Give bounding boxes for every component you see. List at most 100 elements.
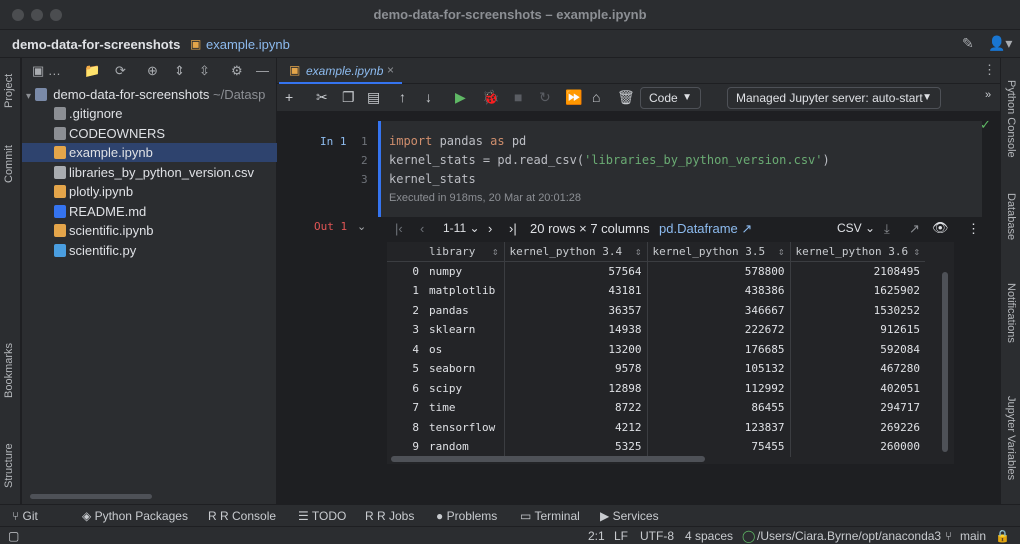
indent-setting[interactable]: 4 spaces <box>685 529 733 543</box>
table-row[interactable]: 5 seaborn 9578 105132 467280 <box>387 359 925 379</box>
first-page-icon[interactable]: |‹ <box>395 221 403 236</box>
dataframe-type-link[interactable]: pd.Dataframe ↗ <box>659 221 752 237</box>
expand-icon[interactable]: » <box>985 89 991 101</box>
bottom-tool-git[interactable]: ⑂ Git <box>12 509 38 523</box>
file-item[interactable]: example.ipynb <box>22 143 277 162</box>
code-line-1[interactable]: import pandas as pd <box>389 134 526 148</box>
collapse-all-icon[interactable]: ⇳ <box>199 63 210 79</box>
edit-icon[interactable]: ✎ <box>962 35 974 52</box>
git-branch[interactable]: main <box>960 529 986 543</box>
horizontal-scrollbar[interactable] <box>391 456 705 462</box>
close-icon[interactable]: × <box>387 63 394 77</box>
file-encoding[interactable]: UTF-8 <box>640 529 674 543</box>
window-title: demo-data-for-screenshots – example.ipyn… <box>373 7 647 22</box>
copy-icon[interactable]: ❐ <box>342 89 355 106</box>
file-item[interactable]: CODEOWNERS <box>22 124 277 143</box>
cell-type-select[interactable]: Code ▼ <box>640 87 701 109</box>
breadcrumb-file[interactable]: example.ipynb <box>206 37 290 52</box>
file-name: scientific.py <box>69 242 137 258</box>
next-page-icon[interactable]: › <box>488 221 492 236</box>
more-options-icon[interactable]: ⋮ <box>983 62 996 78</box>
hide-icon[interactable]: — <box>256 63 269 78</box>
bottom-tool-r-jobs[interactable]: R R Jobs <box>365 509 414 523</box>
table-row[interactable]: 0 numpy 57564 578800 2108495 <box>387 261 925 281</box>
run-all-icon[interactable]: ⏩ <box>565 89 582 106</box>
jupyter-server-select[interactable]: Managed Jupyter server: auto-start ▼ <box>727 87 941 109</box>
bottom-tool-terminal[interactable]: ▭ Terminal <box>520 509 580 523</box>
file-item[interactable]: scientific.py <box>22 241 277 260</box>
bookmarks-tool-tab[interactable]: Bookmarks <box>3 343 15 398</box>
stop-icon[interactable]: ■ <box>514 89 522 105</box>
clean-icon[interactable]: ⌂ <box>592 89 600 105</box>
table-row[interactable]: 6 scipy 12898 112992 402051 <box>387 378 925 398</box>
restart-icon[interactable]: ↻ <box>539 89 551 106</box>
refresh-icon[interactable]: ⟳ <box>115 63 126 79</box>
code-line-3[interactable]: kernel_stats <box>389 172 476 186</box>
file-item[interactable]: plotly.ipynb <box>22 182 277 201</box>
project-tool-tab[interactable]: Project <box>3 74 15 108</box>
lock-icon[interactable]: 🔒 <box>995 529 1010 543</box>
paste-icon[interactable]: ▤ <box>367 89 380 106</box>
layout-icon[interactable]: ▢ <box>8 529 19 543</box>
move-down-icon[interactable]: ↓ <box>425 89 432 105</box>
table-row[interactable]: 7 time 8722 86455 294717 <box>387 398 925 418</box>
python-console-tool-tab[interactable]: Python Console <box>1005 80 1017 158</box>
python-interpreter[interactable]: /Users/Ciara.Byrne/opt/anaconda3 <box>757 529 941 543</box>
open-external-icon[interactable]: ↗ <box>909 221 920 237</box>
column-header[interactable]: kernel_python 3.6 ⇕ <box>790 242 925 262</box>
bottom-tool-todo[interactable]: ☰ TODO <box>298 509 346 523</box>
locate-icon[interactable]: ⊕ <box>147 63 158 79</box>
more-options-icon[interactable]: ⋮ <box>967 221 980 237</box>
bottom-tool-services[interactable]: ▶ Services <box>600 509 659 523</box>
bottom-tool-python-packages[interactable]: ◈ Python Packages <box>82 509 188 523</box>
prev-page-icon[interactable]: ‹ <box>420 221 424 236</box>
database-tool-tab[interactable]: Database <box>1005 193 1017 240</box>
chevron-down-icon[interactable]: ⌄ <box>357 220 366 233</box>
code-cell[interactable]: import pandas as pd kernel_stats = pd.re… <box>378 121 982 217</box>
code-line-2[interactable]: kernel_stats = pd.read_csv('libraries_by… <box>389 153 830 167</box>
bottom-tool-problems[interactable]: ● Problems <box>436 509 497 523</box>
project-view-icon[interactable]: ▣ … <box>32 63 61 79</box>
last-page-icon[interactable]: ›| <box>509 221 517 236</box>
table-row[interactable]: 4 os 13200 176685 592084 <box>387 339 925 359</box>
horizontal-scrollbar[interactable] <box>30 494 152 499</box>
vertical-scrollbar[interactable] <box>942 272 948 452</box>
eye-icon[interactable]: 👁 <box>932 220 949 236</box>
cut-icon[interactable]: ✂ <box>316 89 328 106</box>
table-row[interactable]: 8 tensorflow 4212 123837 269226 <box>387 417 925 437</box>
column-header[interactable]: library ⇕ <box>424 242 505 262</box>
notifications-tool-tab[interactable]: Notifications <box>1005 283 1017 343</box>
bottom-tool-r-console[interactable]: R R Console <box>208 509 276 523</box>
folder-icon[interactable]: 📁 <box>84 63 100 79</box>
structure-tool-tab[interactable]: Structure <box>3 443 15 488</box>
download-icon[interactable]: ⤓ <box>884 221 890 237</box>
commit-tool-tab[interactable]: Commit <box>3 145 15 183</box>
expand-all-icon[interactable]: ⇕ <box>174 63 185 79</box>
table-row[interactable]: 3 sklearn 14938 222672 912615 <box>387 320 925 340</box>
delete-icon[interactable]: 🗑 <box>617 89 635 106</box>
tab-example-ipynb[interactable]: ▣ example.ipynb × <box>279 58 402 84</box>
export-format-select[interactable]: CSV ⌄ <box>837 221 875 235</box>
file-item[interactable]: libraries_by_python_version.csv <box>22 163 277 182</box>
column-header[interactable]: kernel_python 3.4 ⇕ <box>504 242 648 262</box>
file-item[interactable]: scientific.ipynb <box>22 221 277 240</box>
file-item[interactable]: README.md <box>22 202 277 221</box>
table-row[interactable]: 9 random 5325 75455 260000 <box>387 437 925 457</box>
caret-position[interactable]: 2:1 <box>588 529 605 543</box>
breadcrumb-project[interactable]: demo-data-for-screenshots <box>12 37 180 52</box>
row-index: 8 <box>412 420 419 434</box>
line-separator[interactable]: LF <box>614 529 628 543</box>
gear-icon[interactable]: ⚙ <box>231 63 243 79</box>
tree-root[interactable]: ▾ demo-data-for-screenshots ~/Datasp <box>22 85 277 104</box>
column-header[interactable]: kernel_python 3.5 ⇕ <box>647 242 791 262</box>
move-up-icon[interactable]: ↑ <box>399 89 406 105</box>
page-range-select[interactable]: 1-11 ⌄ <box>443 221 480 235</box>
run-cell-icon[interactable]: ▶ <box>455 89 466 106</box>
jupyter-variables-tool-tab[interactable]: Jupyter Variables <box>1005 396 1017 480</box>
table-row[interactable]: 2 pandas 36357 346667 1530252 <box>387 300 925 320</box>
table-row[interactable]: 1 matplotlib 43181 438386 1625902 <box>387 281 925 301</box>
file-item[interactable]: .gitignore <box>22 104 277 123</box>
add-cell-icon[interactable]: + <box>285 89 293 105</box>
user-icon[interactable]: 👤▾ <box>988 35 1012 52</box>
debug-icon[interactable]: 🐞 <box>482 89 499 106</box>
